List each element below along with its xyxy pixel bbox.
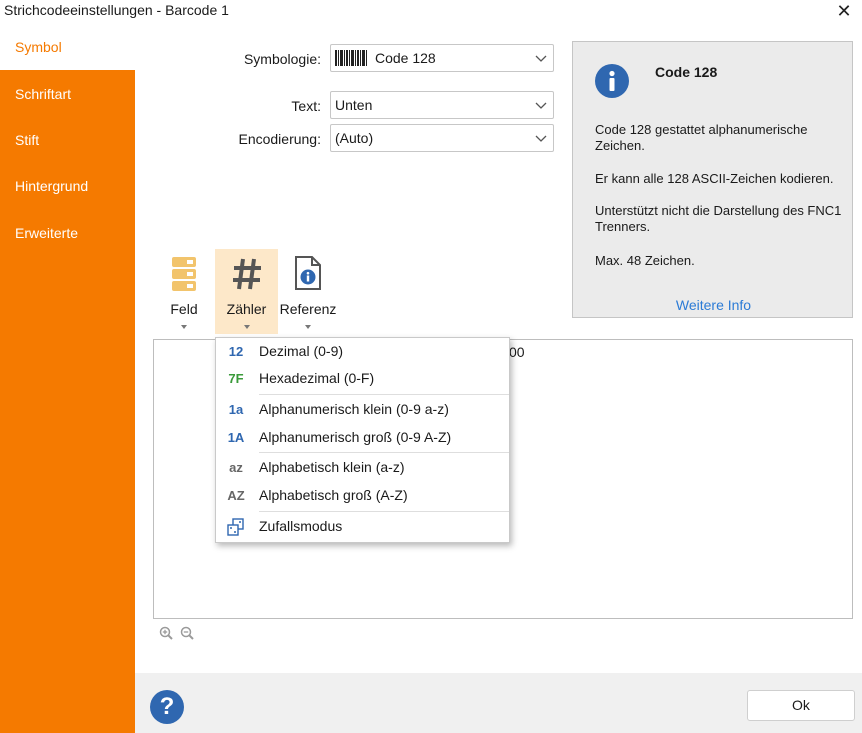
menu-item-label: Alphabetisch klein (a-z) (259, 459, 405, 475)
random-icon (227, 518, 244, 536)
ok-button[interactable]: Ok (747, 690, 855, 721)
symbology-label: Symbologie: (243, 51, 321, 67)
info-paragraph: Unterstützt nicht die Darstellung des FN… (595, 203, 842, 234)
help-icon[interactable]: ? (150, 690, 184, 724)
menu-item-alpha-lower[interactable]: az Alphabetisch klein (a-z) (216, 454, 509, 482)
menu-item-label: Zufallsmodus (259, 518, 343, 534)
encoding-label: Encodierung: (238, 131, 321, 147)
menu-item-label: Alphanumerisch klein (0-9 a-z) (259, 401, 449, 417)
menu-separator (259, 511, 509, 512)
info-panel: Code 128 Code 128 gestattet alphanumeris… (572, 41, 853, 318)
sidebar-item-symbol[interactable]: Symbol (0, 24, 135, 70)
chevron-down-icon (535, 135, 547, 142)
info-icon (595, 64, 629, 98)
zoom-in-icon[interactable] (159, 626, 173, 640)
menu-item-decimal[interactable]: 12 Dezimal (0-9) (216, 338, 509, 366)
menu-item-alpha-upper[interactable]: AZ Alphabetisch groß (A-Z) (216, 482, 509, 510)
dropdown-arrow-icon (181, 325, 187, 329)
menu-separator (259, 394, 509, 395)
text-position-label: Text: (291, 98, 321, 114)
encoding-select[interactable]: (Auto) (330, 124, 554, 152)
text-position-value: Unten (335, 97, 373, 113)
info-paragraph: Er kann alle 128 ASCII-Zeichen kodieren. (595, 171, 834, 186)
zoom-out-icon[interactable] (180, 626, 194, 640)
menu-separator (259, 452, 509, 453)
chevron-down-icon (535, 102, 547, 109)
alnum-lower-icon: 1a (228, 402, 244, 417)
alnum-upper-icon: 1A (227, 430, 245, 445)
field-icon (172, 257, 196, 291)
counter-dropdown-menu: 12 Dezimal (0-9) 7F Hexadezimal (0-F) 1a… (215, 337, 510, 543)
editor-text: 00 (509, 344, 525, 360)
menu-item-label: Hexadezimal (0-F) (259, 370, 375, 386)
sidebar: Symbol Schriftart Stift Hintergrund Erwe… (0, 24, 135, 733)
barcode-icon (335, 50, 367, 66)
hash-icon (233, 258, 261, 290)
dropdown-arrow-icon (305, 325, 311, 329)
chevron-down-icon (535, 55, 547, 62)
reference-button[interactable]: Referenz (278, 249, 338, 334)
menu-item-label: Dezimal (0-9) (259, 343, 344, 359)
sidebar-item-advanced[interactable]: Erweiterte (0, 210, 135, 256)
field-button[interactable]: Feld (163, 249, 205, 334)
info-title: Code 128 (655, 64, 718, 80)
sidebar-item-background[interactable]: Hintergrund (0, 163, 135, 209)
title-bar: Strichcodeeinstellungen - Barcode 1 ✕ (0, 0, 862, 24)
info-paragraph: Code 128 gestattet alphanumerische Zeich… (595, 122, 808, 153)
encoding-value: (Auto) (335, 130, 374, 146)
close-icon[interactable]: ✕ (832, 0, 856, 22)
menu-item-label: Alphabetisch groß (A-Z) (259, 487, 408, 503)
counter-button-label: Zähler (226, 301, 267, 317)
menu-item-alnum-lower[interactable]: 1a Alphanumerisch klein (0-9 a-z) (216, 396, 509, 424)
sidebar-item-pen[interactable]: Stift (0, 117, 135, 163)
decimal-icon: 12 (228, 344, 244, 359)
counter-button[interactable]: Zähler (215, 249, 278, 334)
sidebar-item-font[interactable]: Schriftart (0, 71, 135, 117)
alpha-upper-icon: AZ (227, 488, 245, 503)
menu-item-label: Alphanumerisch groß (0-9 A-Z) (259, 429, 452, 445)
hexadecimal-icon: 7F (228, 371, 244, 386)
reference-button-label: Referenz (279, 301, 337, 317)
window-title: Strichcodeeinstellungen - Barcode 1 (4, 2, 229, 18)
alpha-lower-icon: az (229, 460, 243, 475)
info-paragraph: Max. 48 Zeichen. (595, 253, 695, 268)
dialog-footer: ? Ok (135, 673, 862, 733)
more-info-link[interactable]: Weitere Info (573, 297, 854, 313)
menu-item-random[interactable]: Zufallsmodus (216, 513, 509, 541)
text-position-select[interactable]: Unten (330, 91, 554, 119)
symbology-select[interactable]: Code 128 (330, 44, 554, 72)
menu-item-alnum-upper[interactable]: 1A Alphanumerisch groß (0-9 A-Z) (216, 424, 509, 452)
menu-item-hexadecimal[interactable]: 7F Hexadezimal (0-F) (216, 365, 509, 393)
symbology-value: Code 128 (375, 50, 436, 66)
dropdown-arrow-icon (243, 325, 250, 329)
field-button-label: Feld (170, 301, 198, 317)
reference-icon (295, 256, 321, 290)
